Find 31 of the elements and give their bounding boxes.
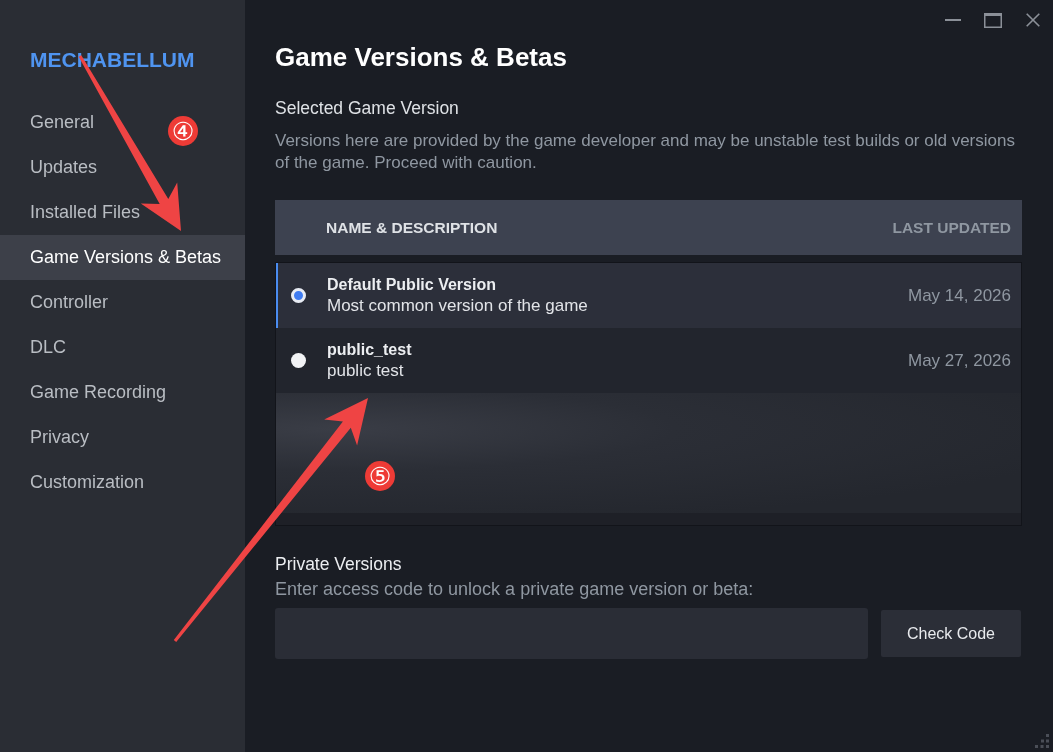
- radio-button[interactable]: [291, 288, 306, 303]
- sidebar-item[interactable]: Game Versions & Betas: [0, 235, 245, 280]
- version-row[interactable]: public_test public test May 27, 2026: [276, 328, 1021, 393]
- close-icon: [1026, 13, 1040, 27]
- description-text: Versions here are provided by the game developer and may be unstable test builds or old versions of the game. Proceed with caution.: [275, 130, 1016, 174]
- sidebar-item[interactable]: Installed Files: [30, 190, 141, 235]
- radio-button[interactable]: [291, 353, 306, 368]
- page-title: Game Versions & Betas: [275, 41, 567, 74]
- version-description: Most common version of the game: [327, 294, 588, 317]
- private-versions-title: Private Versions: [275, 553, 402, 576]
- sidebar-item[interactable]: General: [30, 100, 95, 145]
- version-name: Default Public Version: [327, 274, 497, 295]
- sidebar-item[interactable]: Customization: [30, 460, 145, 505]
- version-name: public_test: [327, 339, 412, 360]
- sidebar-item[interactable]: Updates: [30, 145, 98, 190]
- version-description: public test: [327, 359, 405, 382]
- section-title: Selected Game Version: [275, 97, 459, 120]
- last-updated-date: May 14, 2026: [908, 284, 1011, 307]
- minimize-icon: [945, 19, 961, 21]
- resize-grip-icon[interactable]: [1035, 734, 1049, 748]
- check-code-button[interactable]: Check Code: [881, 610, 1021, 657]
- last-updated-date: May 27, 2026: [908, 349, 1011, 372]
- maximize-icon: [984, 12, 1002, 28]
- sidebar-item[interactable]: Controller: [30, 280, 109, 325]
- sidebar-item[interactable]: Game Recording: [30, 370, 167, 415]
- version-row[interactable]: Default Public Version Most common version of the game May 14, 2026: [276, 263, 1021, 328]
- private-versions-hint: Enter access code to unlock a private game version or beta:: [275, 578, 754, 601]
- sidebar-item[interactable]: DLC: [30, 325, 66, 370]
- sidebar-item[interactable]: Privacy: [30, 415, 89, 460]
- column-header: LAST UPDATED: [892, 217, 1011, 238]
- column-header: NAME & DESCRIPTION: [326, 217, 498, 238]
